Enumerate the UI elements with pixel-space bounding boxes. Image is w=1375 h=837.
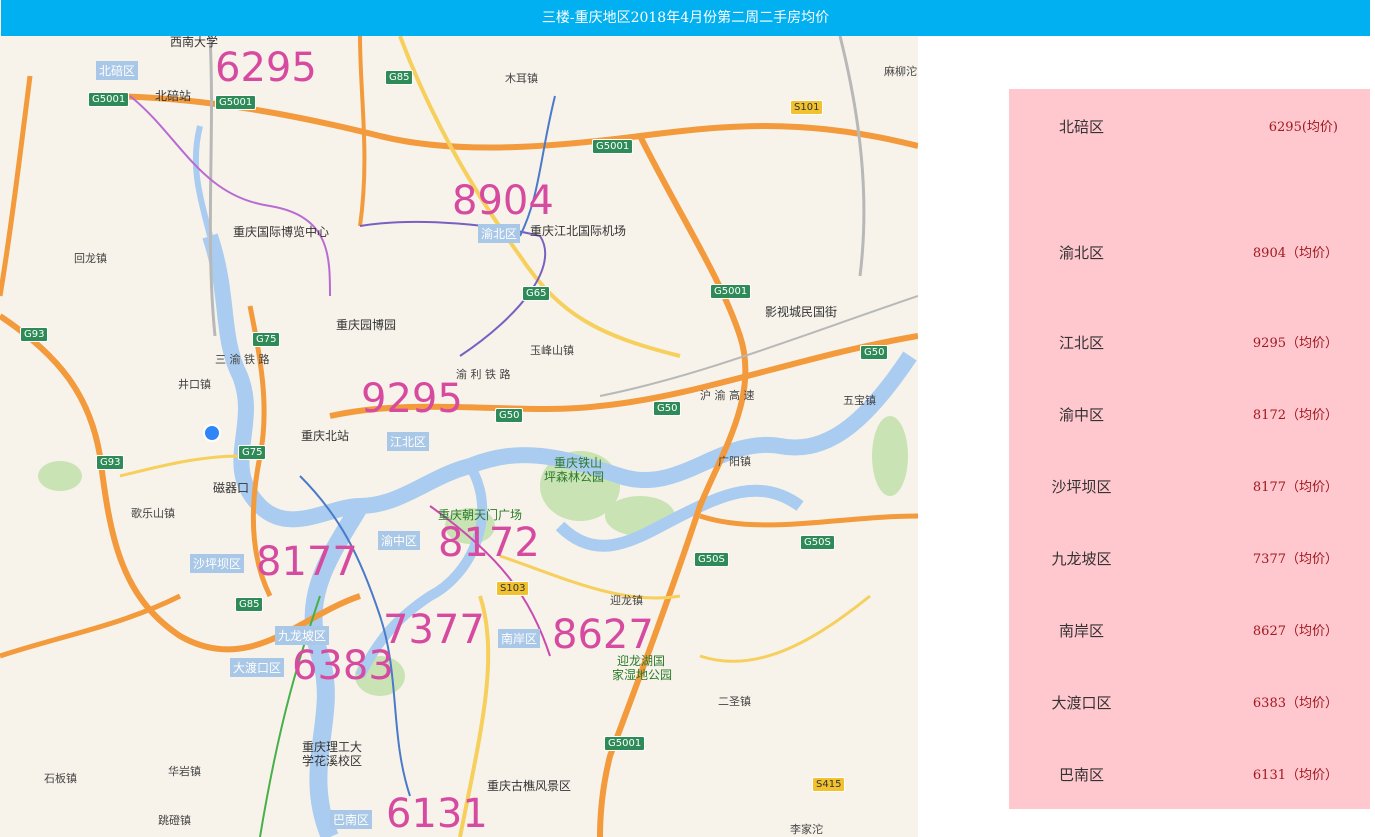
rail-label: 三 渝 铁 路 xyxy=(215,353,270,366)
average-price: 8627（均价） xyxy=(1252,624,1338,639)
place-label: 玉峰山镇 xyxy=(530,344,574,357)
map-view[interactable]: G5001 G5001 G85 G5001 G5001 G93 G75 G65 … xyxy=(0,36,918,837)
road-shield: G50 xyxy=(653,401,682,416)
rail-label: 渝 利 铁 路 xyxy=(456,368,511,381)
district-tag: 渝中区 xyxy=(378,531,421,550)
road-shield: G5001 xyxy=(215,95,257,110)
place-label: 影视城民国街 xyxy=(765,305,838,319)
road-shield: G5001 xyxy=(710,284,752,299)
list-item: 大渡口区 6383（均价） xyxy=(1009,692,1370,716)
road-shield: G50S xyxy=(800,535,835,550)
place-label: 回龙镇 xyxy=(74,252,107,265)
place-label: 木耳镇 xyxy=(505,72,538,85)
page-title: 三楼-重庆地区2018年4月份第二周二手房均价 xyxy=(1,0,1370,36)
road-shield: G50S xyxy=(694,552,729,567)
district-tag: 南岸区 xyxy=(498,629,541,648)
place-label: 北碚站 xyxy=(155,89,192,103)
place-label: 广阳镇 xyxy=(718,455,751,468)
place-label: 重庆江北国际机场 xyxy=(530,224,627,238)
district-name: 大渡口区 xyxy=(1051,694,1112,712)
road-shield: G75 xyxy=(238,445,267,460)
place-label: 坪森林公园 xyxy=(544,470,605,484)
list-item: 北碚区 6295(均价) xyxy=(1009,116,1370,140)
place-label: 五宝镇 xyxy=(843,394,876,407)
place-label: 华岩镇 xyxy=(168,765,201,778)
average-price: 8177（均价） xyxy=(1252,480,1338,495)
district-name: 巴南区 xyxy=(1058,766,1104,784)
place-label: 迎龙镇 xyxy=(610,594,643,607)
price-label: 8177 xyxy=(256,539,358,585)
price-label: 6295 xyxy=(215,45,317,91)
district-name: 北碚区 xyxy=(1058,118,1104,136)
district-tag: 江北区 xyxy=(387,432,430,451)
list-item: 九龙坡区 7377（均价） xyxy=(1009,548,1370,572)
map-canvas xyxy=(0,36,918,837)
district-tag: 大渡口区 xyxy=(230,658,285,677)
price-label: 6383 xyxy=(292,643,394,689)
average-price: 9295（均价） xyxy=(1252,336,1338,351)
list-item: 渝中区 8172（均价） xyxy=(1009,404,1370,428)
district-tag: 北碚区 xyxy=(96,61,139,80)
place-label: 麻柳沱 xyxy=(884,65,917,78)
place-label: 二圣镇 xyxy=(718,695,751,708)
road-shield: G5001 xyxy=(88,92,130,107)
district-name: 南岸区 xyxy=(1058,622,1104,640)
road-shield: G65 xyxy=(522,286,551,301)
road-shield: G93 xyxy=(96,455,125,470)
place-label: 重庆北站 xyxy=(301,429,350,443)
road-shield: G5001 xyxy=(592,139,634,154)
price-list-panel: 北碚区 6295(均价) 渝北区 8904（均价） 江北区 9295（均价） 渝… xyxy=(1009,89,1370,809)
place-label: 家湿地公园 xyxy=(612,668,673,682)
place-label: 磁器口 xyxy=(213,481,250,495)
road-shield: G85 xyxy=(235,597,264,612)
road-shield: S415 xyxy=(812,777,846,792)
average-price: 6131（均价） xyxy=(1252,768,1338,783)
road-shield: G93 xyxy=(20,327,49,342)
district-name: 渝北区 xyxy=(1058,244,1104,262)
district-name: 九龙坡区 xyxy=(1051,550,1112,568)
road-shield: G5001 xyxy=(604,736,646,751)
list-item: 南岸区 8627（均价） xyxy=(1009,620,1370,644)
district-tag: 沙坪坝区 xyxy=(190,554,245,573)
place-label: 李家沱 xyxy=(790,823,823,836)
place-label: 西南大学 xyxy=(170,36,219,49)
place-label: 重庆国际博览中心 xyxy=(233,225,330,239)
price-label: 9295 xyxy=(361,376,463,422)
road-shield: G50 xyxy=(860,345,889,360)
road-shield: G85 xyxy=(385,70,414,85)
place-label: 石板镇 xyxy=(44,772,77,785)
district-name: 渝中区 xyxy=(1058,406,1104,424)
district-name: 江北区 xyxy=(1058,334,1104,352)
average-price: 8172（均价） xyxy=(1252,408,1338,423)
place-label: 重庆古樵风景区 xyxy=(487,779,572,793)
place-label: 重庆园博园 xyxy=(336,318,397,332)
road-shield: S103 xyxy=(496,581,530,596)
average-price: 6295(均价) xyxy=(1268,120,1338,135)
place-label: 学花溪校区 xyxy=(302,754,363,768)
road-shield: G75 xyxy=(252,332,281,347)
average-price: 8904（均价） xyxy=(1252,246,1338,261)
price-label: 6131 xyxy=(386,791,488,837)
list-item: 巴南区 6131（均价） xyxy=(1009,764,1370,788)
place-label: 歌乐山镇 xyxy=(131,507,175,520)
place-label: 井口镇 xyxy=(178,378,211,391)
average-price: 7377（均价） xyxy=(1252,552,1338,567)
list-item: 沙坪坝区 8177（均价） xyxy=(1009,476,1370,500)
road-shield: G50 xyxy=(495,408,524,423)
price-label: 8627 xyxy=(552,612,654,658)
district-tag: 巴南区 xyxy=(330,810,373,829)
price-label: 8172 xyxy=(438,520,540,566)
district-name: 沙坪坝区 xyxy=(1051,478,1112,496)
place-label: 跳磴镇 xyxy=(158,814,191,827)
list-item: 江北区 9295（均价） xyxy=(1009,332,1370,356)
average-price: 6383（均价） xyxy=(1252,696,1338,711)
road-shield: S101 xyxy=(790,100,824,115)
price-label: 7377 xyxy=(383,607,485,653)
highway-label: 沪 渝 高 速 xyxy=(700,389,755,402)
list-item: 渝北区 8904（均价） xyxy=(1009,242,1370,266)
price-label: 8904 xyxy=(452,178,554,224)
district-tag: 渝北区 xyxy=(478,224,521,243)
